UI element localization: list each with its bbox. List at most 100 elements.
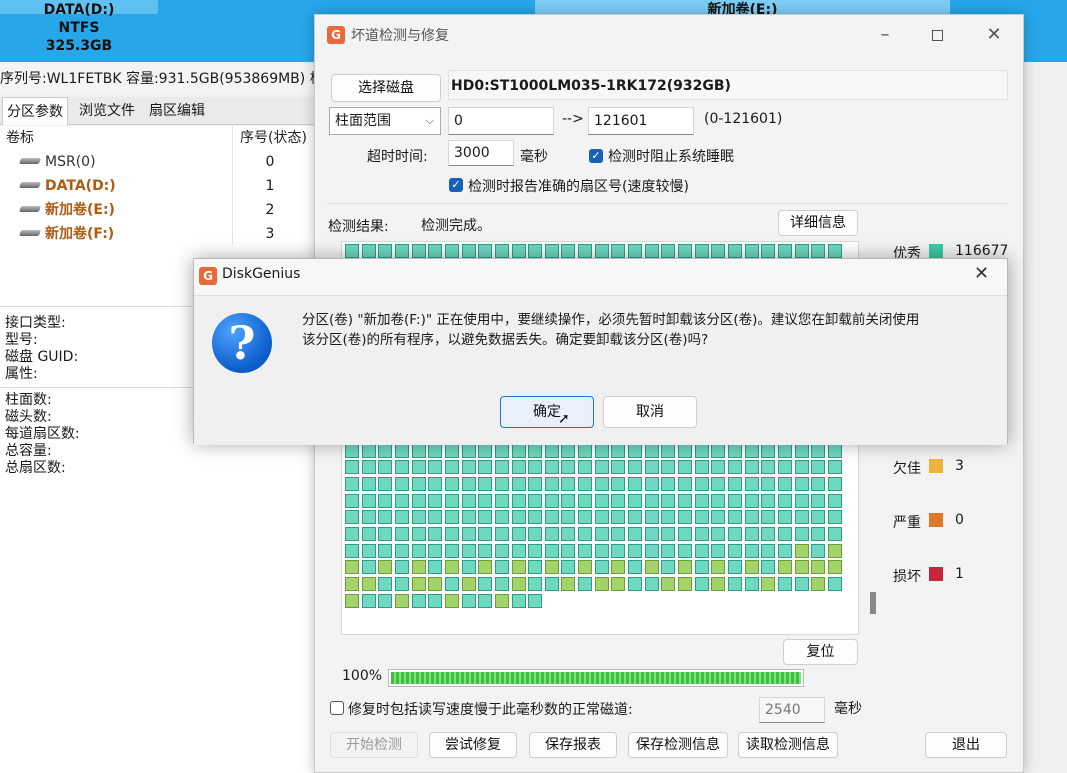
close-icon[interactable]: ✕ bbox=[974, 263, 989, 284]
sector-block bbox=[777, 527, 792, 542]
try-repair-button[interactable]: 尝试修复 bbox=[429, 732, 517, 758]
slow-track-checkbox[interactable] bbox=[330, 701, 344, 715]
read-check-info-button[interactable]: 读取检测信息 bbox=[738, 732, 838, 758]
close-icon[interactable]: ✕ bbox=[979, 23, 1009, 47]
legend-label-damaged: 损坏 bbox=[893, 569, 921, 585]
sector-block bbox=[394, 460, 409, 475]
table-row[interactable]: 新加卷(E:) 2 bbox=[0, 198, 330, 222]
sector-block bbox=[461, 244, 476, 258]
prop-disk-guid: 磁盘 GUID: bbox=[5, 349, 79, 365]
sector-block bbox=[528, 510, 543, 525]
sector-block bbox=[428, 443, 443, 458]
range-start-input[interactable]: 0 bbox=[448, 107, 554, 135]
sector-block bbox=[561, 477, 576, 492]
sector-block bbox=[361, 593, 376, 608]
sector-block bbox=[611, 477, 626, 492]
range-mode-select[interactable]: 柱面范围 ⌵ bbox=[329, 107, 441, 135]
sector-block bbox=[827, 493, 842, 508]
table-row[interactable]: DATA(D:) 1 bbox=[0, 174, 330, 198]
sector-block bbox=[411, 477, 426, 492]
sector-block bbox=[711, 493, 726, 508]
sector-block bbox=[811, 244, 826, 258]
sector-block bbox=[411, 443, 426, 458]
sector-block bbox=[761, 560, 776, 575]
slow-track-unit: 毫秒 bbox=[834, 701, 862, 717]
sector-block bbox=[544, 527, 559, 542]
sector-block bbox=[378, 443, 393, 458]
timeout-unit: 毫秒 bbox=[520, 149, 548, 165]
exit-button[interactable]: 退出 bbox=[925, 732, 1007, 758]
sector-block bbox=[411, 510, 426, 525]
save-report-button[interactable]: 保存报表 bbox=[529, 732, 617, 758]
sector-block bbox=[394, 577, 409, 591]
sector-block bbox=[611, 527, 626, 542]
save-check-info-button[interactable]: 保存检测信息 bbox=[628, 732, 728, 758]
sector-block bbox=[628, 477, 643, 492]
prop-attributes: 属性: bbox=[5, 366, 38, 382]
start-check-button[interactable]: 开始检测 bbox=[330, 732, 418, 758]
sector-block bbox=[644, 543, 659, 558]
sector-block bbox=[611, 560, 626, 575]
table-row[interactable]: MSR(0) 0 bbox=[0, 150, 330, 174]
minimize-icon[interactable]: – bbox=[870, 23, 900, 47]
sector-block bbox=[528, 443, 543, 458]
column-header-label[interactable]: 卷标 bbox=[6, 126, 34, 150]
sector-block bbox=[561, 560, 576, 575]
sector-block bbox=[494, 560, 509, 575]
partition-block-data[interactable]: DATA(D:) NTFS 325.3GB bbox=[0, 0, 158, 62]
ok-button[interactable]: 确定 bbox=[500, 396, 594, 428]
tab-browse-files[interactable]: 浏览文件 bbox=[75, 97, 139, 125]
sector-block bbox=[694, 460, 709, 475]
maximize-icon[interactable] bbox=[922, 23, 952, 47]
tab-sector-edit[interactable]: 扇区编辑 bbox=[145, 97, 209, 125]
sector-block bbox=[594, 460, 609, 475]
sector-block bbox=[628, 510, 643, 525]
sector-block bbox=[511, 510, 526, 525]
sector-block bbox=[428, 577, 443, 591]
prevent-sleep-label[interactable]: 检测时阻止系统睡眠 bbox=[608, 146, 734, 166]
partition-fs: NTFS bbox=[58, 20, 100, 36]
sector-block bbox=[794, 527, 809, 542]
sector-block bbox=[794, 510, 809, 525]
sector-block bbox=[827, 244, 842, 258]
sector-block bbox=[727, 510, 742, 525]
sector-block bbox=[744, 543, 759, 558]
prevent-sleep-checkbox[interactable]: ✓ bbox=[589, 149, 603, 163]
reset-button[interactable]: 复位 bbox=[783, 639, 858, 665]
tab-partition-params[interactable]: 分区参数 bbox=[2, 97, 68, 125]
dialog-title-bar[interactable]: G 坏道检测与修复 – ✕ bbox=[315, 15, 1023, 55]
sector-block bbox=[811, 460, 826, 475]
sector-block bbox=[644, 460, 659, 475]
sector-block bbox=[811, 443, 826, 458]
range-end-input[interactable]: 121601 bbox=[588, 107, 694, 135]
report-sector-label[interactable]: 检测时报告准确的扇区号(速度较慢) bbox=[468, 176, 689, 196]
sector-block bbox=[544, 493, 559, 508]
legend-label-severe: 严重 bbox=[893, 515, 921, 531]
cancel-button[interactable]: 取消 bbox=[603, 396, 697, 428]
sector-block bbox=[727, 460, 742, 475]
sector-block bbox=[428, 460, 443, 475]
table-row[interactable]: 新加卷(F:) 3 bbox=[0, 222, 330, 246]
scrollbar-thumb[interactable] bbox=[870, 592, 876, 614]
sector-block bbox=[711, 460, 726, 475]
column-header-index[interactable]: 序号(状态) bbox=[240, 126, 307, 150]
timeout-input[interactable]: 3000 bbox=[448, 140, 514, 166]
slow-track-label[interactable]: 修复时包括读写速度慢于此毫秒数的正常磁道: bbox=[348, 699, 633, 719]
sector-block bbox=[694, 527, 709, 542]
sector-block bbox=[444, 543, 459, 558]
sector-block bbox=[678, 543, 692, 558]
sector-block bbox=[727, 543, 742, 558]
question-icon: ? bbox=[212, 313, 272, 373]
sector-block bbox=[694, 560, 709, 575]
sector-block bbox=[444, 593, 459, 608]
sector-block bbox=[694, 510, 709, 525]
report-sector-checkbox[interactable]: ✓ bbox=[449, 178, 463, 192]
legend-swatch-poor bbox=[929, 459, 943, 473]
select-disk-button[interactable]: 选择磁盘 bbox=[331, 74, 441, 102]
sector-block bbox=[411, 527, 426, 542]
details-button[interactable]: 详细信息 bbox=[778, 210, 858, 236]
sector-block bbox=[678, 577, 692, 591]
slow-track-input[interactable]: 2540 bbox=[759, 697, 825, 723]
sector-block bbox=[345, 560, 359, 575]
legend-count-severe: 0 bbox=[955, 512, 964, 528]
